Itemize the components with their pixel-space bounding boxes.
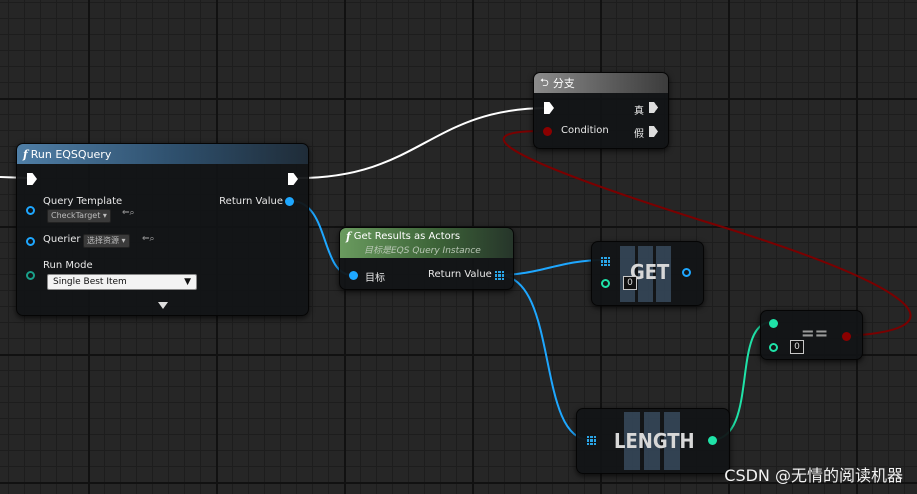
querier-use-icon[interactable]: ⇐⌕ — [142, 234, 155, 244]
get-output-pin[interactable] — [682, 268, 691, 277]
false-label: 假 — [634, 129, 644, 140]
run-eqs-query-header: f Run EQSQuery — [17, 144, 308, 164]
true-exec-out-pin[interactable] — [649, 102, 658, 113]
get-results-as-actors-node[interactable]: f Get Results as Actors 目标是EQS Query Ins… — [339, 227, 514, 290]
csdn-watermark: CSDN @无情的阅读机器 — [724, 466, 903, 485]
array-return-pin[interactable] — [495, 271, 504, 280]
querier-pin[interactable] — [26, 237, 35, 246]
return-value-label: Return Value — [219, 196, 283, 207]
get-results-title: Get Results as Actors — [353, 231, 461, 242]
exec-in-pin[interactable] — [27, 173, 37, 185]
equal-output-pin[interactable] — [842, 332, 851, 341]
branch-title: 分支 — [552, 77, 575, 90]
get-index-pin[interactable] — [601, 279, 610, 288]
false-exec-out-pin[interactable] — [649, 126, 658, 137]
get-index-input[interactable]: 0 — [623, 276, 637, 290]
run-eqs-query-title: Run EQSQuery — [30, 147, 112, 161]
exec-wire-branch — [297, 107, 549, 179]
bool-wire-condition — [502, 129, 912, 337]
length-label: LENGTH — [614, 429, 695, 453]
array-get-node[interactable]: GET 0 — [591, 241, 704, 306]
advanced-expand-icon[interactable] — [158, 302, 168, 309]
equal-label: == — [801, 323, 829, 344]
branch-exec-in-pin[interactable] — [544, 102, 554, 114]
equal-b-pin[interactable] — [769, 343, 778, 352]
get-results-subtitle: 目标是EQS Query Instance — [364, 246, 481, 256]
run-mode-label: Run Mode — [43, 260, 93, 271]
return-value-pin[interactable] — [285, 197, 294, 206]
equal-node[interactable]: == 0 — [760, 310, 863, 360]
array-length-node[interactable]: LENGTH — [576, 408, 730, 474]
query-template-label: Query Template — [43, 196, 123, 207]
condition-label: Condition — [561, 125, 609, 136]
length-array-in-pin[interactable] — [587, 436, 596, 445]
function-icon: f — [23, 147, 28, 161]
query-template-pin[interactable] — [26, 206, 35, 215]
true-label: 真 — [634, 106, 644, 117]
target-label: 目标 — [365, 273, 385, 284]
branch-icon: ⮌ — [540, 75, 549, 89]
run-eqs-query-node[interactable]: f Run EQSQuery Query Template CheckTarge… — [16, 143, 309, 316]
query-template-use-icon[interactable]: ⇐⌕ — [122, 208, 135, 218]
results-return-value-label: Return Value — [428, 269, 492, 280]
exec-out-pin[interactable] — [288, 173, 298, 185]
get-array-in-pin[interactable] — [601, 257, 610, 266]
querier-combo[interactable]: 选择资源 ▾ — [83, 234, 130, 248]
branch-header: ⮌ 分支 — [534, 73, 668, 93]
branch-node[interactable]: ⮌ 分支 Condition 真 假 — [533, 72, 669, 149]
function-icon: f — [346, 230, 351, 243]
target-pin[interactable] — [349, 271, 358, 280]
equal-a-pin[interactable] — [769, 319, 778, 328]
condition-pin[interactable] — [543, 127, 552, 136]
equal-b-input[interactable]: 0 — [790, 340, 804, 354]
query-template-combo[interactable]: CheckTarget ▾ — [47, 209, 111, 223]
querier-label: Querier — [43, 234, 81, 245]
length-output-pin[interactable] — [708, 436, 717, 445]
get-results-header: f Get Results as Actors 目标是EQS Query Ins… — [340, 228, 513, 258]
run-mode-dropdown[interactable]: Single Best Item ▼ — [47, 274, 197, 290]
run-mode-pin[interactable] — [26, 271, 35, 280]
